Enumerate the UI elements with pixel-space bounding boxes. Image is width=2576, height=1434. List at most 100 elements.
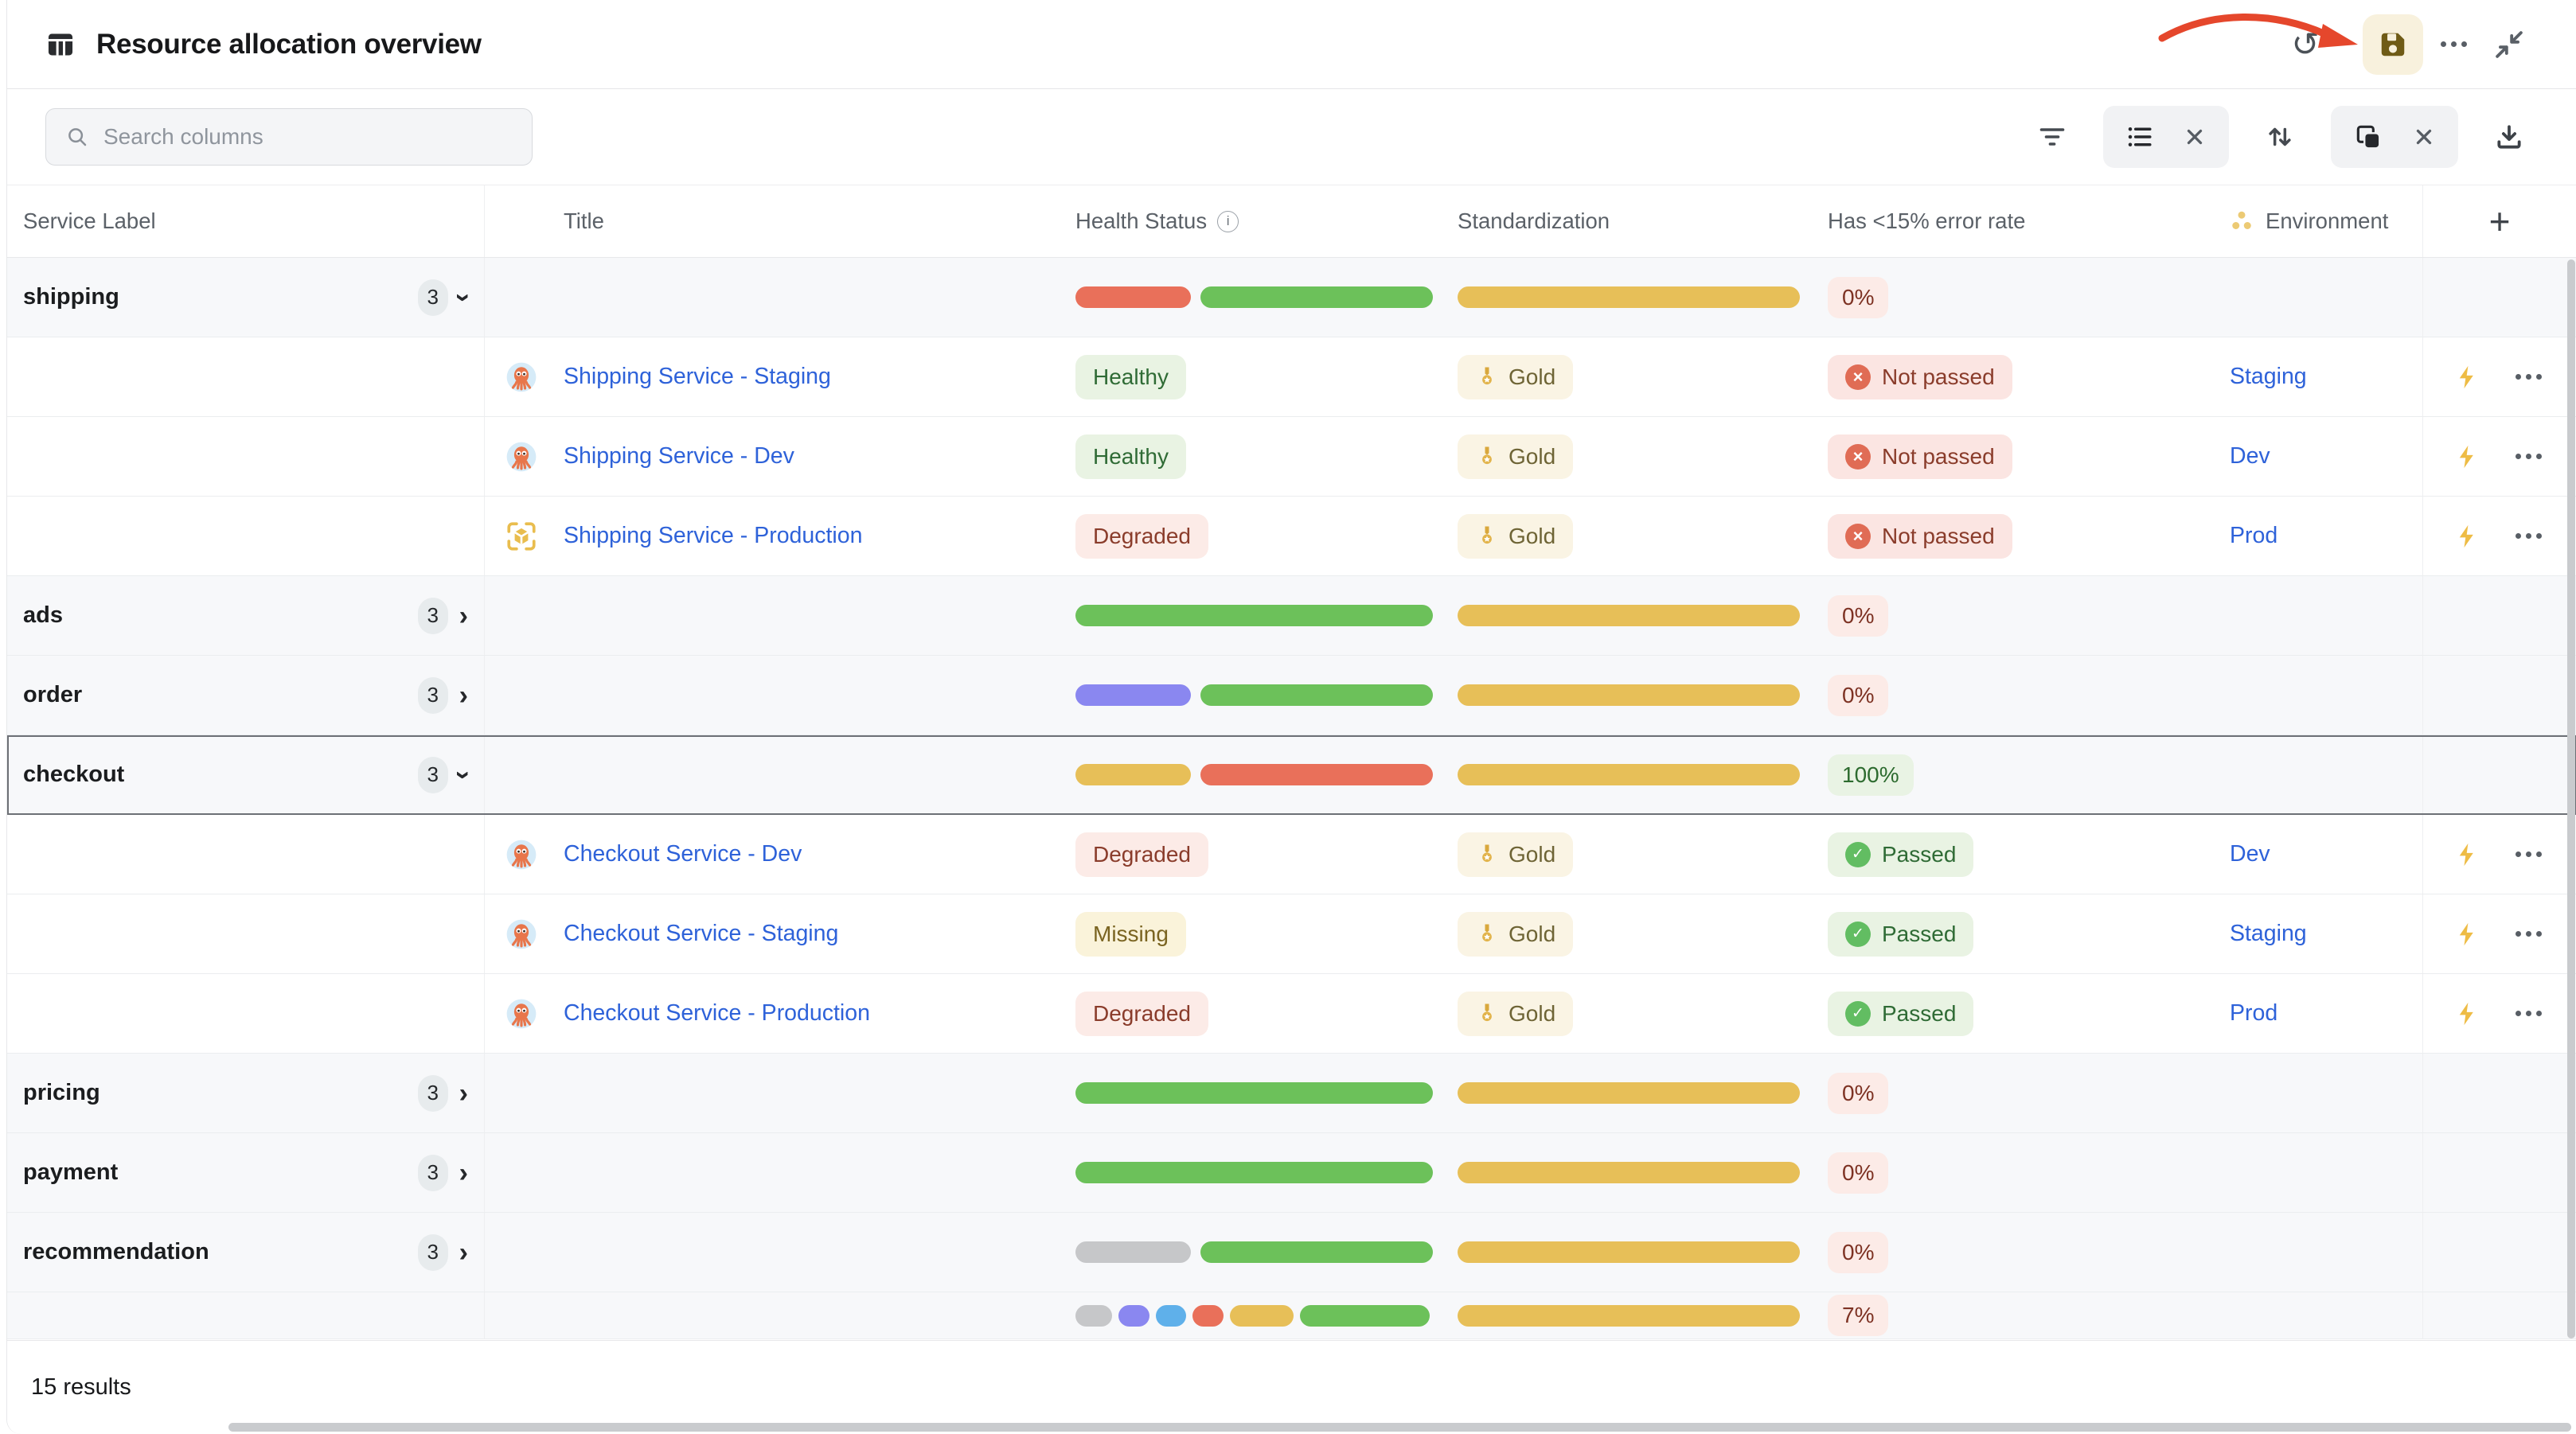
expand-chevron[interactable]: › — [450, 293, 477, 302]
error-rate-badge: 0% — [1828, 675, 1888, 716]
health-status-badge: Degraded — [1075, 992, 1208, 1036]
lightning-icon[interactable] — [2453, 364, 2480, 391]
horizontal-scrollbar[interactable] — [228, 1423, 2571, 1432]
row-menu-button[interactable] — [2516, 1011, 2542, 1016]
info-icon[interactable]: i — [1217, 211, 1239, 232]
undo-button[interactable]: ↺ — [2280, 19, 2331, 70]
copy-icon[interactable] — [2353, 122, 2383, 152]
standardization-bar — [1458, 764, 1800, 785]
service-title-link[interactable]: Shipping Service - Staging — [564, 364, 831, 390]
list-view-icon[interactable] — [2125, 123, 2154, 151]
error-rate-check-badge: Not passed — [1828, 514, 2012, 559]
environment-link[interactable]: Prod — [2230, 523, 2277, 549]
lightning-icon[interactable] — [2453, 841, 2480, 868]
download-button[interactable] — [2484, 111, 2535, 162]
service-row[interactable]: Shipping Service - Staging Healthy Gold … — [7, 337, 2576, 417]
service-title-link[interactable]: Checkout Service - Staging — [564, 921, 838, 947]
row-menu-button[interactable] — [2516, 533, 2542, 539]
service-title-link[interactable]: Checkout Service - Production — [564, 1000, 870, 1027]
clear-copy-button[interactable] — [2412, 125, 2436, 149]
service-row[interactable]: Checkout Service - Production Degraded G… — [7, 974, 2576, 1054]
group-row[interactable]: checkout 3 › 100% — [7, 735, 2576, 815]
filter-button[interactable] — [2027, 111, 2078, 162]
service-title-link[interactable]: Shipping Service - Production — [564, 523, 862, 549]
service-row[interactable]: Checkout Service - Staging Missing Gold … — [7, 894, 2576, 974]
group-row[interactable]: payment 3 › 0% — [7, 1133, 2576, 1213]
group-count-badge: 3 — [418, 757, 448, 793]
purple-bar-segment — [1075, 684, 1191, 706]
group-count-badge: 3 — [418, 1075, 448, 1112]
sort-button[interactable] — [2254, 111, 2305, 162]
environment-link[interactable]: Staging — [2230, 921, 2307, 947]
more-options-button[interactable] — [2428, 19, 2479, 70]
clear-list-view-button[interactable] — [2183, 125, 2207, 149]
green-bar-segment — [1075, 1162, 1433, 1183]
environment-link[interactable]: Staging — [2230, 364, 2307, 390]
service-row[interactable]: Shipping Service - Dev Healthy Gold Not … — [7, 417, 2576, 497]
environment-link[interactable]: Prod — [2230, 1000, 2277, 1027]
medal-icon — [1475, 1002, 1499, 1026]
group-row[interactable]: recommendation 3 › 0% — [7, 1213, 2576, 1292]
service-icon — [505, 997, 538, 1031]
save-button[interactable] — [2363, 14, 2423, 75]
expand-chevron[interactable]: › — [459, 602, 468, 629]
group-label: order — [23, 682, 82, 708]
gold-bar-segment — [1230, 1305, 1294, 1327]
purple-bar-segment — [1118, 1305, 1149, 1327]
close-icon — [2412, 125, 2436, 149]
expand-chevron[interactable]: › — [459, 1159, 468, 1187]
check-status-icon — [1845, 444, 1871, 470]
group-row[interactable]: ads 3 › 0% — [7, 576, 2576, 656]
group-count-badge: 3 — [418, 677, 448, 714]
column-header-error-rate[interactable]: Has <15% error rate — [1810, 185, 2188, 257]
search-input[interactable] — [103, 124, 513, 150]
environment-link[interactable]: Dev — [2230, 443, 2270, 470]
add-column-button[interactable]: + — [2489, 203, 2511, 240]
group-row[interactable]: shipping 3 › 0% — [7, 258, 2576, 337]
column-header-environment[interactable]: Environment — [2188, 185, 2423, 257]
lightning-icon[interactable] — [2453, 921, 2480, 948]
expand-chevron[interactable]: › — [459, 1080, 468, 1107]
row-menu-button[interactable] — [2516, 931, 2542, 937]
service-title-link[interactable]: Shipping Service - Dev — [564, 443, 794, 470]
column-header-title[interactable]: Title — [485, 185, 1066, 257]
check-status-label: Not passed — [1882, 444, 1995, 470]
check-status-label: Not passed — [1882, 524, 1995, 549]
group-count-badge: 3 — [418, 1234, 448, 1271]
expand-chevron[interactable]: › — [459, 682, 468, 709]
standardization-bar — [1458, 286, 1800, 308]
lightning-icon[interactable] — [2453, 1000, 2480, 1027]
health-distribution-bar — [1075, 286, 1433, 308]
group-row[interactable]: order 3 › 0% — [7, 656, 2576, 735]
column-header-standardization[interactable]: Standardization — [1440, 185, 1810, 257]
gold-bar-segment — [1458, 1162, 1800, 1183]
medal-icon — [1475, 445, 1499, 469]
row-menu-button[interactable] — [2516, 374, 2542, 380]
red-arrow-annotation — [2154, 5, 2369, 67]
expand-chevron[interactable]: › — [459, 1239, 468, 1266]
health-status-badge: Healthy — [1075, 434, 1186, 479]
environment-link[interactable]: Dev — [2230, 841, 2270, 867]
error-rate-check-badge: Not passed — [1828, 434, 2012, 479]
standardization-bar — [1458, 1162, 1800, 1183]
more-icon — [2441, 41, 2467, 47]
service-row[interactable]: Checkout Service - Dev Degraded Gold Pas… — [7, 815, 2576, 894]
lightning-icon[interactable] — [2453, 523, 2480, 550]
column-header-service-label[interactable]: Service Label — [7, 185, 485, 257]
expand-chevron[interactable]: › — [450, 770, 477, 779]
collapse-button[interactable] — [2484, 19, 2535, 70]
group-label: pricing — [23, 1080, 100, 1106]
vertical-scrollbar[interactable] — [2566, 258, 2576, 1340]
service-row[interactable]: Shipping Service - Production Degraded G… — [7, 497, 2576, 576]
row-menu-button[interactable] — [2516, 851, 2542, 857]
group-row[interactable]: pricing 3 › 0% — [7, 1054, 2576, 1133]
search-box[interactable] — [45, 108, 533, 166]
lightning-icon[interactable] — [2453, 443, 2480, 470]
standardization-badge: Gold — [1458, 514, 1573, 559]
standardization-badge: Gold — [1458, 912, 1573, 957]
column-header-health-status[interactable]: Health Status i — [1066, 185, 1440, 257]
gold-bar-segment — [1458, 605, 1800, 626]
service-title-link[interactable]: Checkout Service - Dev — [564, 841, 802, 867]
row-menu-button[interactable] — [2516, 454, 2542, 459]
gold-bar-segment — [1458, 1082, 1800, 1104]
